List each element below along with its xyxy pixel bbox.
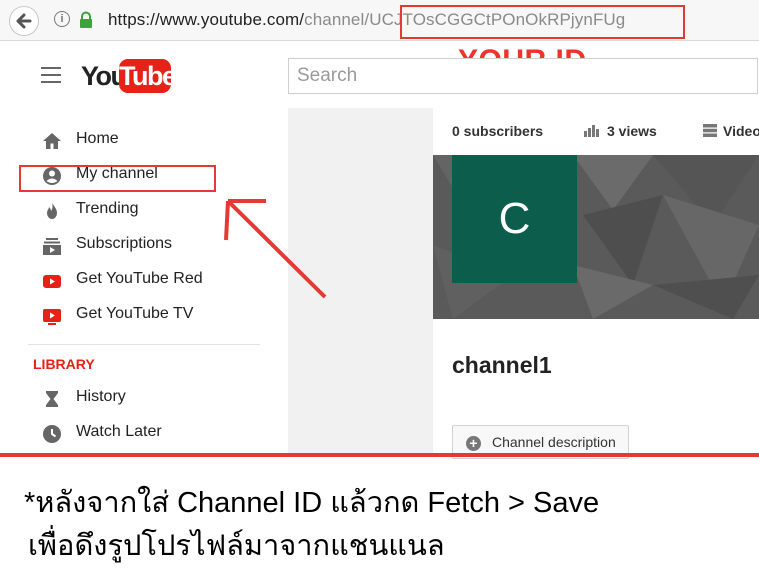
youtube-tv-icon — [43, 309, 61, 325]
home-icon — [43, 133, 61, 149]
sidebar-item-label: History — [76, 388, 126, 405]
sidebar-item-label: Watch Later — [76, 423, 162, 440]
sidebar-item-youtube-tv[interactable]: Get YouTube TV — [0, 298, 288, 333]
sidebar-item-label: Get YouTube TV — [76, 305, 194, 322]
back-arrow-icon — [16, 13, 32, 29]
sidebar-item-label: Trending — [76, 200, 139, 217]
hourglass-icon — [46, 391, 58, 407]
url-path: channel/ — [304, 10, 370, 29]
sidebar-item-label: Home — [76, 130, 119, 147]
videos-label[interactable]: Videos — [723, 123, 759, 139]
channel-name: channel1 — [452, 352, 552, 378]
sidebar-item-subscriptions[interactable]: Subscriptions — [0, 228, 288, 263]
instruction-note-line1: *หลังจากใส่ Channel ID แล้วกด Fetch > Sa… — [24, 487, 600, 519]
bar-chart-icon — [584, 125, 599, 137]
plus-icon: + — [466, 436, 481, 451]
my-channel-highlight-box — [19, 165, 216, 192]
subscriptions-icon — [43, 238, 61, 255]
info-icon[interactable]: i — [54, 11, 70, 27]
video-list-icon — [703, 124, 717, 137]
hamburger-menu-icon[interactable] — [41, 67, 61, 83]
logo-tube-text: Tube — [119, 59, 177, 93]
sidebar-item-history[interactable]: History — [0, 381, 288, 416]
sidebar-item-label: Get YouTube Red — [76, 270, 203, 287]
sidebar-item-youtube-red[interactable]: Get YouTube Red — [0, 263, 288, 298]
youtube-red-icon — [43, 275, 61, 288]
channel-id-highlight-box — [400, 5, 685, 39]
sidebar: Home My channel Trending Subscriptions G… — [0, 108, 288, 456]
clock-icon — [43, 425, 61, 443]
back-button[interactable] — [9, 6, 39, 36]
sidebar-item-watch-later[interactable]: Watch Later — [0, 416, 288, 451]
flame-icon — [47, 202, 57, 219]
instruction-note-line2: เพื่อดึงรูปโปรไฟล์มาจากแชนแนล — [28, 530, 445, 562]
lock-icon — [78, 11, 94, 29]
sidebar-divider — [28, 344, 260, 345]
search-box[interactable] — [288, 58, 759, 94]
subscriber-count: 0 subscribers — [452, 123, 544, 139]
sidebar-item-trending[interactable]: Trending — [0, 193, 288, 228]
sidebar-item-home[interactable]: Home — [0, 123, 288, 158]
search-input[interactable] — [289, 59, 759, 93]
library-heading: LIBRARY — [33, 356, 95, 372]
annotation-divider — [0, 453, 759, 457]
sidebar-item-label: Subscriptions — [76, 235, 173, 252]
url-host: https://www.youtube.com/ — [108, 10, 305, 29]
channel-avatar[interactable]: C — [452, 155, 577, 283]
channel-description-label: Channel description — [492, 434, 616, 450]
view-count: 3 views — [607, 123, 657, 139]
